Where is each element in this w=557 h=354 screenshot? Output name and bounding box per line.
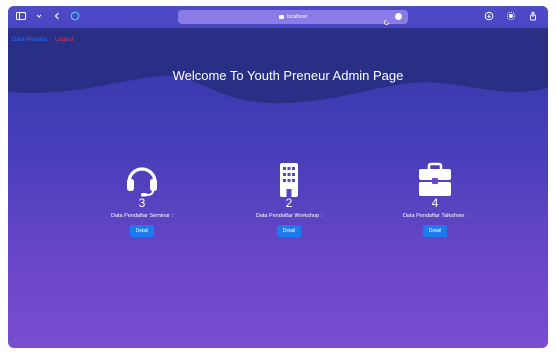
sidebar-toggle-icon[interactable]	[16, 11, 26, 21]
chevron-down-icon[interactable]	[34, 11, 44, 21]
address-text: localhost	[287, 14, 307, 20]
share-icon[interactable]	[528, 11, 538, 21]
seminar-label: Data Pendaftar Seminar :	[110, 213, 174, 219]
reload-icon[interactable]	[383, 13, 390, 26]
settings-icon[interactable]	[506, 11, 516, 21]
nav-home-link[interactable]: Data Peserta	[12, 37, 47, 43]
nav-links: Data Peserta Logout	[12, 37, 73, 43]
card-seminar: 3 Data Pendaftar Seminar : Detail	[87, 161, 197, 237]
building-icon	[280, 163, 298, 197]
extension-icon[interactable]	[395, 13, 402, 20]
briefcase-icon	[419, 162, 451, 196]
talkshow-detail-button[interactable]: Detail	[422, 225, 448, 237]
browser-window: localhost Data Peserta Logout Welcome To…	[8, 6, 548, 348]
lock-icon	[279, 15, 285, 19]
talkshow-label: Data Pendaftar Talkshow :	[402, 213, 468, 219]
nav-logout-link[interactable]: Logout	[55, 37, 73, 43]
card-talkshow: 4 Data Pendaftar Talkshow : Detail	[380, 161, 490, 237]
headset-icon	[127, 167, 157, 197]
address-bar[interactable]: localhost	[178, 10, 408, 26]
seminar-count: 3	[138, 196, 146, 210]
workshop-label: Data Pendaftar Workshop :	[255, 213, 323, 219]
workshop-count: 2	[285, 196, 293, 210]
talkshow-count: 4	[431, 196, 439, 210]
page-title: Welcome To Youth Preneur Admin Page	[172, 68, 404, 83]
seminar-detail-button[interactable]: Detail	[129, 225, 155, 237]
card-workshop: 2 Data Pendaftar Workshop : Detail	[234, 161, 344, 237]
shield-icon[interactable]	[70, 11, 80, 21]
back-icon[interactable]	[52, 11, 62, 21]
workshop-detail-button[interactable]: Detail	[276, 225, 302, 237]
download-icon[interactable]	[484, 11, 494, 21]
browser-toolbar: localhost	[8, 6, 548, 28]
